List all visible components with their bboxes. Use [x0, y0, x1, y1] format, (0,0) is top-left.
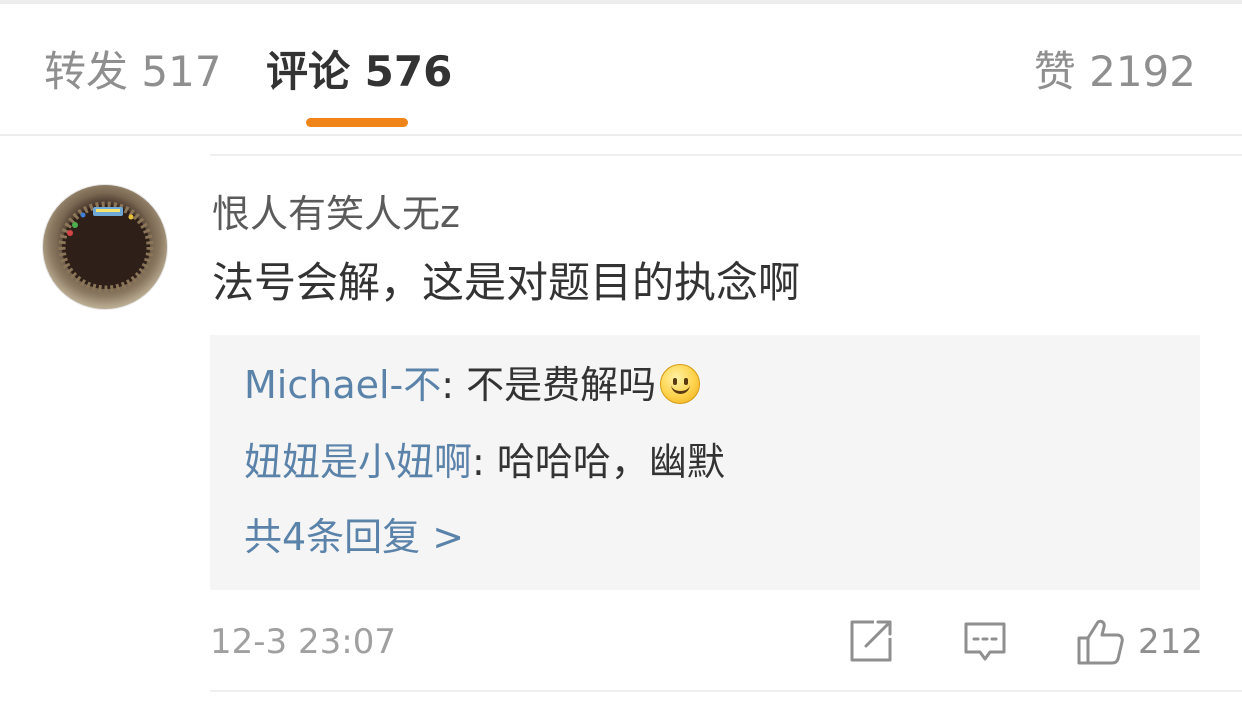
comment-divider [210, 154, 1242, 156]
reply-username[interactable]: 妞妞是小妞啊 [244, 440, 472, 484]
comment-text: 法号会解，这是对题目的执念啊 [212, 258, 801, 307]
share-icon[interactable] [848, 618, 894, 664]
smile-emoji-icon [660, 364, 701, 404]
tab-comment[interactable]: 评论 576 [266, 46, 452, 98]
tab-repost[interactable]: 转发 517 [44, 46, 222, 98]
more-replies-link[interactable]: 共4条回复 > [244, 512, 464, 562]
bottom-divider [210, 690, 1242, 692]
top-divider [0, 0, 1242, 4]
active-tab-indicator [306, 118, 408, 127]
like-count: 212 [1138, 622, 1203, 662]
birthday-cake-icon [58, 201, 154, 293]
avatar[interactable] [42, 184, 168, 310]
reply-username[interactable]: Michael-不 [244, 363, 441, 407]
comment-timestamp: 12-3 23:07 [210, 622, 396, 662]
reply-separator: : [441, 363, 467, 407]
reply-text: 不是费解吗 [466, 363, 657, 407]
reply-item[interactable]: 妞妞是小妞啊: 哈哈哈，幽默 [244, 437, 725, 487]
replies-box[interactable]: Michael-不: 不是费解吗 妞妞是小妞啊: 哈哈哈，幽默 共4条回复 > [210, 335, 1200, 590]
thumbs-up-icon[interactable] [1076, 618, 1124, 665]
comment-username[interactable]: 恨人有笑人无z [212, 190, 460, 238]
header-divider [0, 134, 1242, 136]
reply-separator: : [472, 440, 497, 484]
reply-text: 哈哈哈，幽默 [496, 440, 725, 484]
comment-page: 转发 517 评论 576 赞 2192 恨人有笑人无z 法号会解，这是对题目的… [0, 0, 1242, 712]
comment-icon[interactable] [962, 618, 1008, 664]
tab-like[interactable]: 赞 2192 [1034, 46, 1196, 98]
reply-item[interactable]: Michael-不: 不是费解吗 [244, 360, 701, 410]
